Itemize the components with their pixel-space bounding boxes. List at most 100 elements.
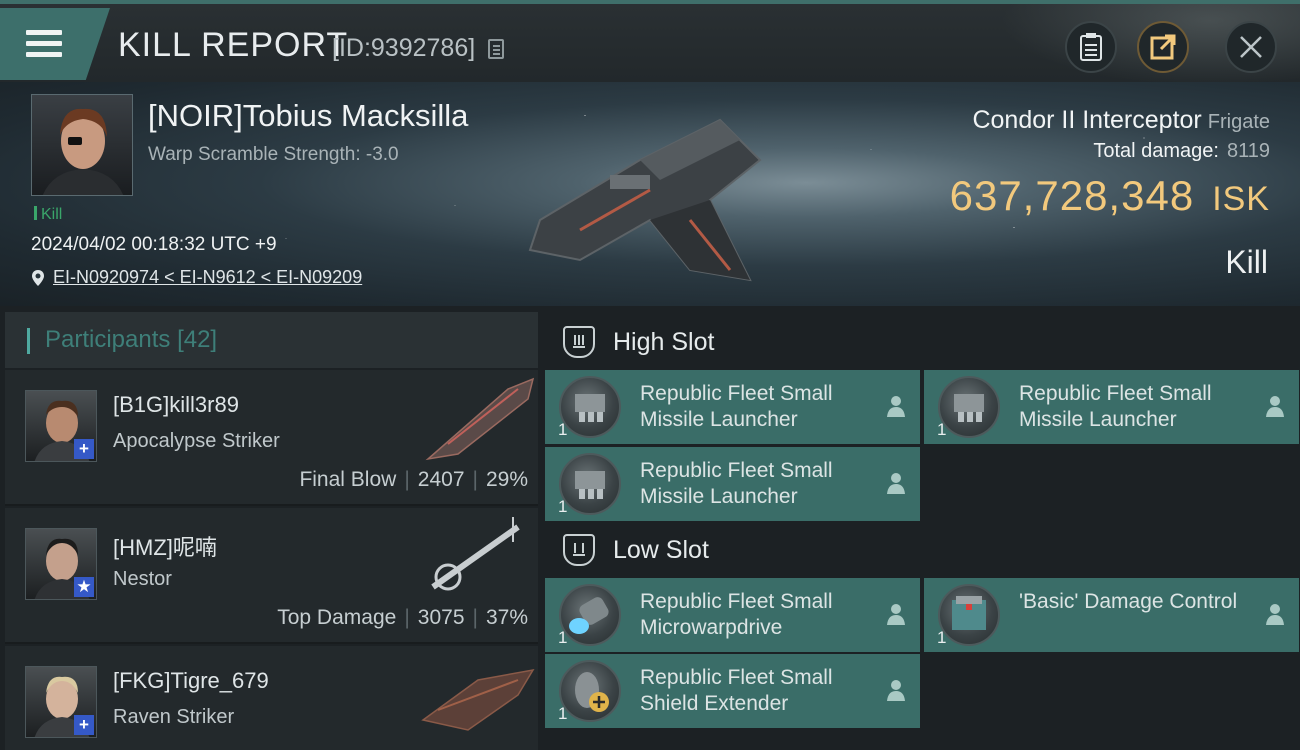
participant-ship-image <box>421 668 535 731</box>
module-name: Republic Fleet Small Missile Launcher <box>640 382 833 431</box>
damage-control-icon <box>938 584 1000 646</box>
missile-launcher-icon <box>559 376 621 438</box>
module-name: Republic Fleet Small Missile Launcher <box>640 459 833 508</box>
person-icon[interactable] <box>886 395 906 417</box>
participant-ship: Raven Striker <box>113 706 235 728</box>
module-item[interactable]: 1 'Basic' Damage Control <box>924 578 1299 652</box>
kill-tag: Kill <box>34 206 62 224</box>
copy-icon[interactable] <box>488 39 504 59</box>
menu-button[interactable] <box>0 8 110 80</box>
participants-accent <box>27 328 30 354</box>
location-route[interactable]: EI-N0920974 < EI-N9612 < EI-N09209 <box>31 267 362 288</box>
missile-launcher-icon <box>938 376 1000 438</box>
kill-id: [ID:9392786] <box>332 34 476 62</box>
menu-icon <box>26 30 62 35</box>
isk-value: 637,728,348 ISK <box>950 172 1270 220</box>
clipboard-icon <box>1080 33 1102 61</box>
route-link[interactable]: EI-N0920974 < EI-N9612 < EI-N09209 <box>53 267 362 288</box>
high-slot-label: High Slot <box>613 327 715 356</box>
menu-icon-bar <box>26 52 62 57</box>
module-qty: 1 <box>937 628 947 647</box>
participant-damage-pct: 37% <box>485 606 528 629</box>
victim-avatar <box>42 108 124 195</box>
stat-separator: | <box>404 606 410 629</box>
ship-name: Condor II Interceptor <box>972 106 1202 134</box>
module-item[interactable]: 1 Republic Fleet Small Shield Extender <box>545 654 920 728</box>
kill-datetime: 2024/04/02 00:18:32 UTC +9 <box>31 234 277 255</box>
participant-role: Top Damage <box>277 606 397 629</box>
avatar[interactable]: + <box>25 666 97 738</box>
participant-ship-image <box>425 377 535 461</box>
stat-separator: | <box>404 468 410 491</box>
report-button[interactable] <box>1065 21 1117 73</box>
person-icon[interactable] <box>886 679 906 701</box>
kill-result: Kill <box>1225 244 1268 280</box>
top-bar: KILL REPORT [ID:9392786] <box>0 0 1300 86</box>
participants-count: [42] <box>177 326 218 353</box>
total-damage-value: 8119 <box>1226 140 1270 162</box>
avatar[interactable]: ★ <box>25 528 97 600</box>
participant-badge: + <box>74 439 94 459</box>
module-qty: 1 <box>558 628 568 647</box>
participant-stats: Final Blow | 2407 | 29% <box>299 468 528 492</box>
menu-icon-bar <box>26 41 62 46</box>
module-name: Republic Fleet Small Missile Launcher <box>1019 382 1212 431</box>
victim-portrait[interactable] <box>31 94 133 196</box>
participant-ship: Apocalypse Striker <box>113 430 280 452</box>
participant-badge: ★ <box>74 577 94 597</box>
module-qty: 1 <box>558 420 568 439</box>
share-button[interactable] <box>1137 21 1189 73</box>
total-damage-label: Total damage: <box>1093 140 1219 162</box>
module-qty: 1 <box>558 497 568 516</box>
participant-name: [FKG]Tigre_679 <box>113 668 269 693</box>
high-slot-icon <box>563 326 595 358</box>
warp-scramble-strength: Warp Scramble Strength: -3.0 <box>148 144 399 165</box>
participants-header[interactable]: Participants [42] <box>5 312 538 368</box>
low-slot-icon <box>563 534 595 566</box>
participant-name: [HMZ]呢喃 <box>113 535 217 560</box>
person-icon[interactable] <box>886 472 906 494</box>
participant-stats: Top Damage | 3075 | 37% <box>277 606 528 630</box>
close-icon <box>1240 36 1262 58</box>
page-title: KILL REPORT <box>118 26 349 64</box>
close-button[interactable] <box>1225 21 1277 73</box>
module-name: 'Basic' Damage Control <box>1019 590 1238 613</box>
person-icon[interactable] <box>1265 395 1285 417</box>
participant-damage-pct: 29% <box>485 468 528 491</box>
module-qty: 1 <box>558 704 568 723</box>
missile-launcher-icon <box>559 453 621 515</box>
participants-title: Participants <box>45 326 171 353</box>
location-pin-icon <box>32 269 44 286</box>
module-name: Republic Fleet Small Microwarpdrive <box>640 590 833 639</box>
share-icon <box>1150 34 1176 60</box>
participants-label: Participants [42] <box>45 326 217 354</box>
total-damage: Total damage: 8119 <box>1093 140 1270 163</box>
module-item[interactable]: 1 Republic Fleet Small Missile Launcher <box>924 370 1299 444</box>
participant-row[interactable]: ★ [HMZ]呢喃 Nestor Top Damage | 3075 | 37% <box>5 508 538 644</box>
participant-ship-image <box>431 517 520 591</box>
participant-name: [B1G]kill3r89 <box>113 392 239 417</box>
stat-separator: | <box>472 468 478 491</box>
victim-ship-image <box>528 118 762 282</box>
participant-damage: 3075 <box>417 606 465 629</box>
person-icon[interactable] <box>886 603 906 625</box>
module-name: Republic Fleet Small Shield Extender <box>640 666 833 715</box>
participant-row[interactable]: + [B1G]kill3r89 Apocalypse Striker Final… <box>5 370 538 506</box>
victim-ship[interactable]: Condor II Interceptor Frigate <box>972 106 1270 135</box>
shield-extender-icon <box>559 660 621 722</box>
stat-separator: | <box>472 606 478 629</box>
isk-amount: 637,728,348 <box>949 172 1195 219</box>
microwarpdrive-icon <box>559 584 621 646</box>
participant-row[interactable]: + [FKG]Tigre_679 Raven Striker <box>5 646 538 750</box>
low-slot-label: Low Slot <box>613 535 709 564</box>
isk-unit: ISK <box>1212 180 1270 218</box>
victim-name[interactable]: [NOIR]Tobius Macksilla <box>148 98 468 134</box>
module-item[interactable]: 1 Republic Fleet Small Microwarpdrive <box>545 578 920 652</box>
high-slot-header: High Slot <box>545 312 1300 372</box>
person-icon[interactable] <box>1265 603 1285 625</box>
victim-banner: [NOIR]Tobius Macksilla Warp Scramble Str… <box>0 82 1300 306</box>
module-item[interactable]: 1 Republic Fleet Small Missile Launcher <box>545 370 920 444</box>
module-qty: 1 <box>937 420 947 439</box>
avatar[interactable]: + <box>25 390 97 462</box>
module-item[interactable]: 1 Republic Fleet Small Missile Launcher <box>545 447 920 521</box>
